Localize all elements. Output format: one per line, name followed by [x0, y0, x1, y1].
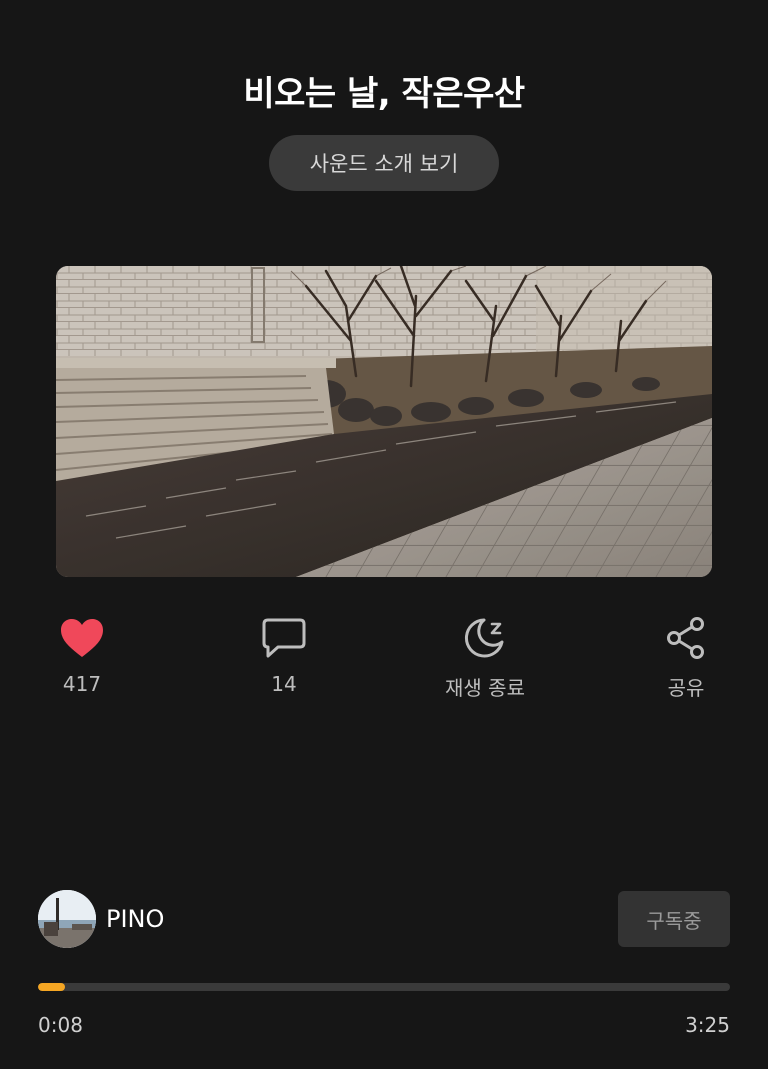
heart-icon	[12, 612, 152, 664]
subscribe-button[interactable]: 구독중	[618, 891, 730, 947]
progress-fill	[38, 983, 65, 991]
creator-info[interactable]: PINO	[38, 889, 164, 949]
creator-name[interactable]: PINO	[106, 905, 164, 933]
total-time: 3:25	[685, 1013, 730, 1037]
progress-bar[interactable]	[38, 983, 730, 991]
track-title: 비오는 날, 작은우산	[243, 74, 525, 114]
comment-count: 14	[271, 672, 297, 696]
current-time: 0:08	[38, 1013, 83, 1037]
moon-zzz-icon	[415, 612, 555, 664]
share-icon	[616, 612, 756, 664]
sleep-timer-label: 재생 종료	[445, 676, 525, 700]
comment-button[interactable]: 14	[214, 612, 354, 696]
cover-image	[56, 266, 712, 577]
action-bar: 417 14 재생 종료 공유	[0, 612, 768, 712]
comment-icon	[214, 612, 354, 664]
avatar[interactable]	[38, 890, 96, 948]
sound-intro-button[interactable]: 사운드 소개 보기	[269, 135, 499, 191]
sleep-timer-button[interactable]: 재생 종료	[415, 612, 555, 701]
like-count: 417	[62, 672, 102, 696]
share-label: 공유	[667, 676, 705, 700]
share-button[interactable]: 공유	[616, 612, 756, 701]
like-button[interactable]: 417	[12, 612, 152, 696]
